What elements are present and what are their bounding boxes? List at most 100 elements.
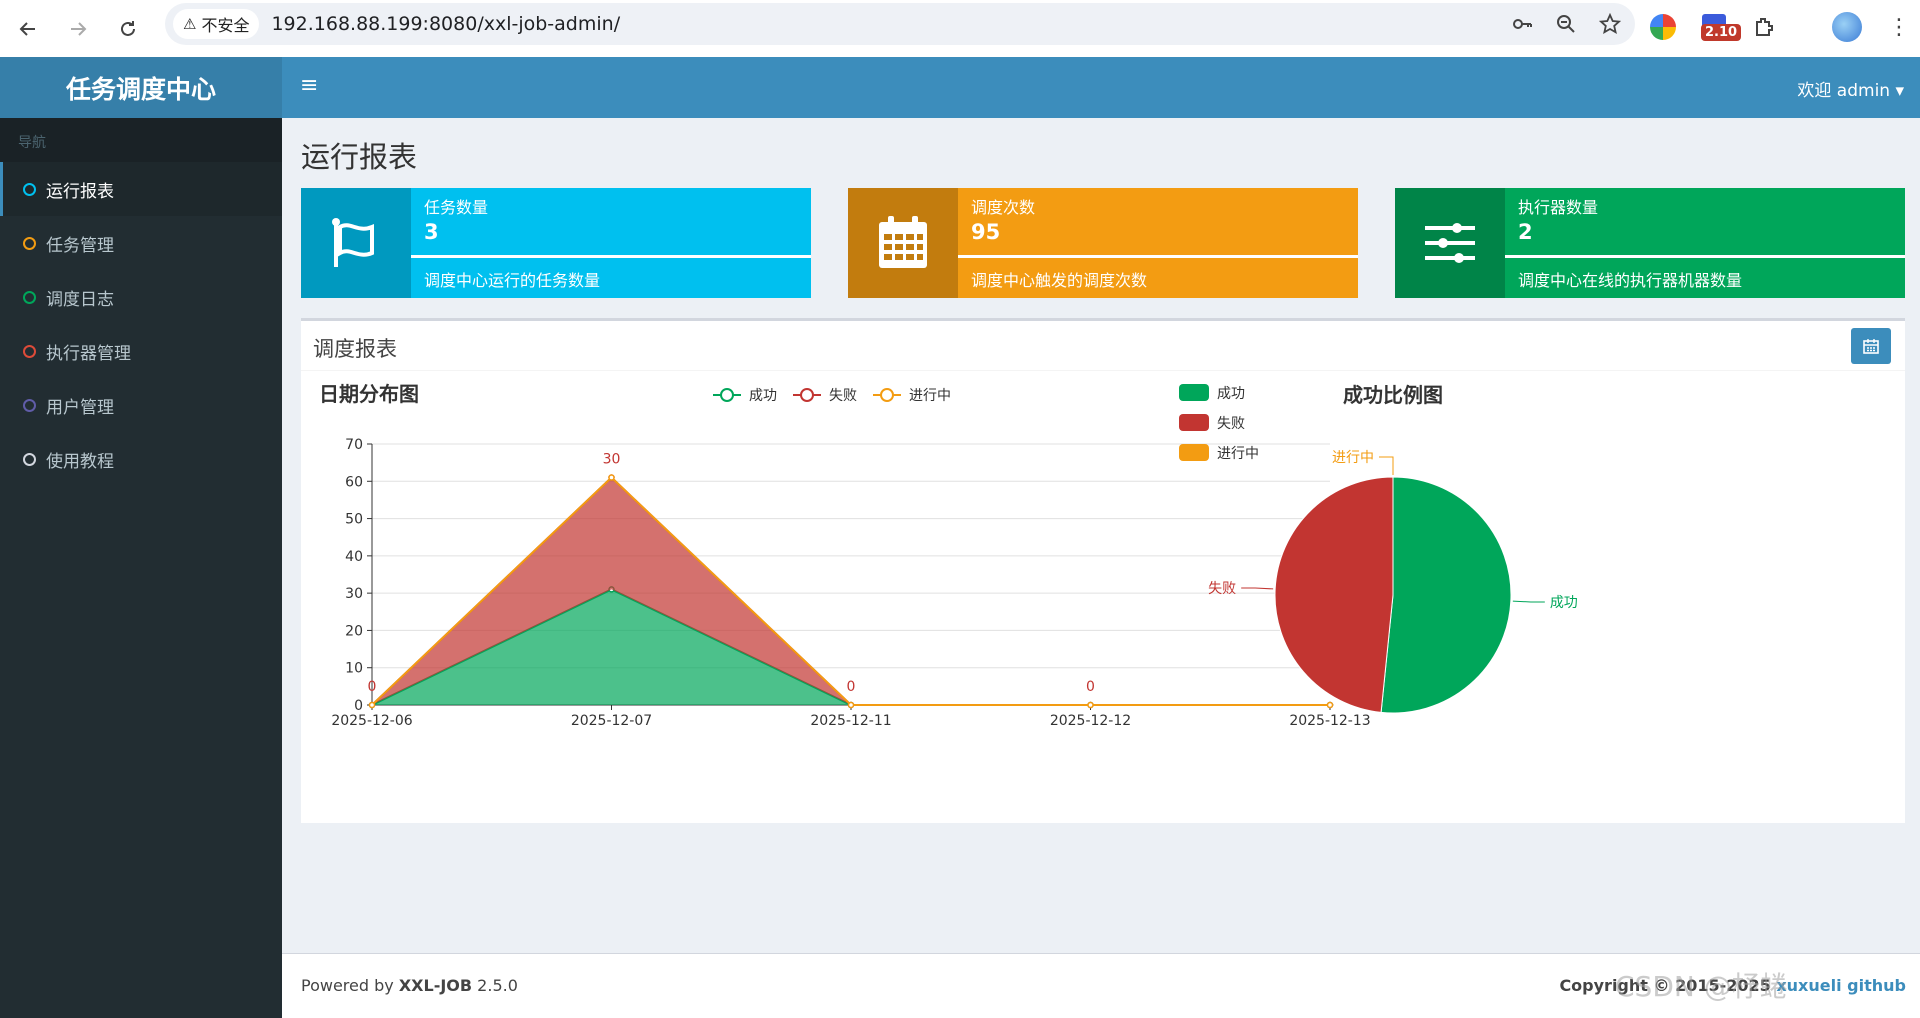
sliders-icon	[1395, 188, 1505, 298]
info-box: 调度次数 95 调度中心触发的调度次数	[848, 188, 1358, 298]
sidebar-item[interactable]: 使用教程	[0, 432, 282, 486]
circle-icon	[23, 290, 36, 304]
info-box: 执行器数量 2 调度中心在线的执行器机器数量	[1395, 188, 1905, 298]
user-menu[interactable]: 欢迎 admin ▾	[1797, 76, 1904, 101]
sidebar-item-label: 调度日志	[46, 289, 114, 310]
sidebar-item[interactable]: 执行器管理	[0, 324, 282, 378]
back-button[interactable]	[6, 7, 50, 51]
info-box-desc: 调度中心触发的调度次数	[971, 271, 1148, 290]
circle-icon	[23, 236, 36, 250]
calendar-icon	[848, 188, 958, 298]
pie-label-line	[1241, 587, 1274, 590]
extension-badge: 2.10	[1701, 24, 1742, 41]
reload-button[interactable]	[106, 7, 150, 51]
sidebar-item[interactable]: 调度日志	[0, 270, 282, 324]
extension-colorful-icon[interactable]	[1650, 14, 1676, 40]
star-icon[interactable]	[1599, 13, 1621, 35]
data-point	[847, 701, 855, 709]
main-content: 运行报表 任务数量 3 调度中心运行的任务数量 调度次数 95 调度中心触发的调度次数 执行…	[282, 118, 1920, 953]
app-logo[interactable]: 任务调度中心	[0, 57, 282, 118]
forward-button[interactable]	[56, 7, 100, 51]
info-box-desc: 调度中心在线的执行器机器数量	[1518, 271, 1743, 290]
legend-label: 失败	[1217, 416, 1245, 432]
report-box-title: 调度报表	[313, 337, 397, 361]
data-point	[1326, 701, 1334, 709]
legend-swatch	[1179, 384, 1209, 401]
browser-toolbar: ⚠ 不安全 192.168.88.199:8080/xxl-job-admin/…	[0, 0, 1920, 57]
legend-marker	[720, 388, 734, 402]
pie-slice	[1380, 476, 1512, 714]
powered-by: Powered by XXL-JOB 2.5.0	[301, 976, 518, 995]
calendar-icon	[1863, 339, 1879, 354]
legend-marker	[800, 388, 814, 402]
info-box-value: 95	[971, 220, 1001, 244]
address-bar[interactable]: ⚠ 不安全 192.168.88.199:8080/xxl-job-admin/	[165, 3, 1635, 45]
x-tick-label: 2025-12-07	[571, 713, 652, 729]
report-box-header: 调度报表	[301, 321, 1905, 371]
data-label: 0	[1086, 679, 1095, 695]
pie-label: 进行中	[1332, 450, 1374, 466]
circle-icon	[23, 182, 36, 196]
y-tick-label: 70	[345, 437, 363, 453]
sidebar-item-label: 使用教程	[46, 451, 114, 472]
brand-name[interactable]: XXL-JOB	[399, 976, 472, 995]
info-box-title: 任务数量	[424, 198, 489, 217]
y-tick-label: 50	[345, 512, 363, 528]
chart-title: 日期分布图	[319, 382, 419, 406]
reload-icon	[121, 20, 135, 36]
legend-label: 失败	[829, 388, 857, 404]
page-title: 运行报表	[301, 140, 418, 174]
arrow-right-icon	[71, 21, 87, 36]
sidebar-item[interactable]: 运行报表	[0, 162, 282, 216]
security-chip[interactable]: ⚠ 不安全	[173, 9, 260, 39]
legend-swatch	[1179, 414, 1209, 431]
info-box-value: 2	[1518, 220, 1533, 244]
pie-slice	[1274, 476, 1394, 713]
puzzle-icon[interactable]	[1752, 15, 1776, 39]
x-tick-label: 2025-12-13	[1289, 713, 1370, 729]
y-tick-label: 10	[345, 661, 363, 677]
pie-label-line	[1379, 456, 1394, 475]
info-box-progress	[958, 255, 1358, 258]
data-point	[368, 701, 376, 709]
menu-toggle-icon[interactable]: ≡	[300, 73, 318, 98]
data-label: 0	[847, 679, 856, 695]
sidebar-item[interactable]: 用户管理	[0, 378, 282, 432]
legend-label: 成功	[1217, 386, 1245, 402]
omnibox-actions	[1511, 3, 1621, 45]
y-tick-label: 40	[345, 549, 363, 565]
sidebar-section-label: 导航	[0, 118, 282, 162]
url-text[interactable]: 192.168.88.199:8080/xxl-job-admin/	[271, 13, 620, 35]
zoom-icon[interactable]	[1555, 13, 1577, 35]
info-box-progress	[411, 255, 811, 258]
arrow-left-icon	[19, 21, 35, 36]
sidebar-item-label: 用户管理	[46, 397, 114, 418]
pie-label-line	[1512, 600, 1545, 603]
circle-icon	[23, 398, 36, 412]
sidebar-item-label: 运行报表	[46, 181, 114, 202]
data-point	[1087, 701, 1094, 709]
sidebar-item-label: 任务管理	[46, 235, 114, 256]
flag-icon	[301, 188, 411, 298]
info-box: 任务数量 3 调度中心运行的任务数量	[301, 188, 811, 298]
sidebar-item[interactable]: 任务管理	[0, 216, 282, 270]
powered-prefix: Powered by	[301, 976, 399, 995]
y-tick-label: 20	[345, 623, 363, 639]
more-menu-icon[interactable]: ⋮	[1888, 15, 1910, 40]
key-icon[interactable]	[1511, 13, 1533, 35]
data-label: 0	[368, 679, 377, 695]
security-label: 不安全	[201, 16, 250, 35]
y-tick-label: 60	[345, 474, 363, 490]
sidebar: 导航 运行报表任务管理调度日志执行器管理用户管理使用教程	[0, 118, 282, 1018]
profile-avatar-icon[interactable]	[1832, 12, 1862, 42]
x-tick-label: 2025-12-12	[1050, 713, 1131, 729]
watermark-text: CSDN @杼蜷	[1615, 970, 1788, 1003]
y-tick-label: 0	[354, 698, 363, 714]
y-tick-label: 30	[345, 586, 363, 602]
legend-label: 进行中	[909, 388, 951, 404]
info-box-title: 调度次数	[971, 198, 1036, 217]
sidebar-item-label: 执行器管理	[46, 343, 131, 364]
x-tick-label: 2025-12-11	[810, 713, 891, 729]
github-link[interactable]: github	[1847, 976, 1906, 995]
date-range-button[interactable]	[1851, 328, 1891, 364]
